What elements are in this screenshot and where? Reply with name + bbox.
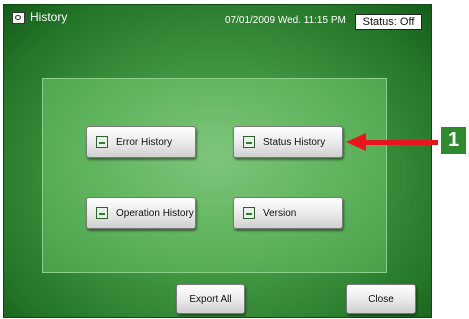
status-history-icon <box>243 136 255 148</box>
operation-history-icon <box>96 207 108 219</box>
export-all-label: Export All <box>189 293 232 305</box>
history-icon <box>12 12 25 24</box>
callout-number-badge: 1 <box>441 127 466 154</box>
history-screen: History 07/01/2009 Wed. 11:15 PM Status:… <box>3 4 432 318</box>
history-options-panel <box>42 78 387 273</box>
error-history-label: Error History <box>116 136 173 148</box>
close-button[interactable]: Close <box>346 284 416 314</box>
error-history-button[interactable]: Error History <box>86 126 196 158</box>
export-all-button[interactable]: Export All <box>176 284 245 314</box>
date-time-display: 07/01/2009 Wed. 11:15 PM <box>225 15 346 26</box>
status-indicator: Status: Off <box>355 14 422 30</box>
version-icon <box>243 207 255 219</box>
close-label: Close <box>368 293 394 305</box>
operation-history-button[interactable]: Operation History <box>86 197 196 229</box>
callout-arrow-line <box>364 140 438 145</box>
page-title: History <box>30 10 68 24</box>
error-history-icon <box>96 136 108 148</box>
version-label: Version <box>263 207 297 219</box>
version-button[interactable]: Version <box>233 197 343 229</box>
status-history-button[interactable]: Status History <box>233 126 343 158</box>
status-history-label: Status History <box>263 136 326 148</box>
operation-history-label: Operation History <box>116 207 194 219</box>
title-bar: History 07/01/2009 Wed. 11:15 PM Status:… <box>4 5 431 33</box>
callout-arrow-head-icon <box>346 133 366 151</box>
